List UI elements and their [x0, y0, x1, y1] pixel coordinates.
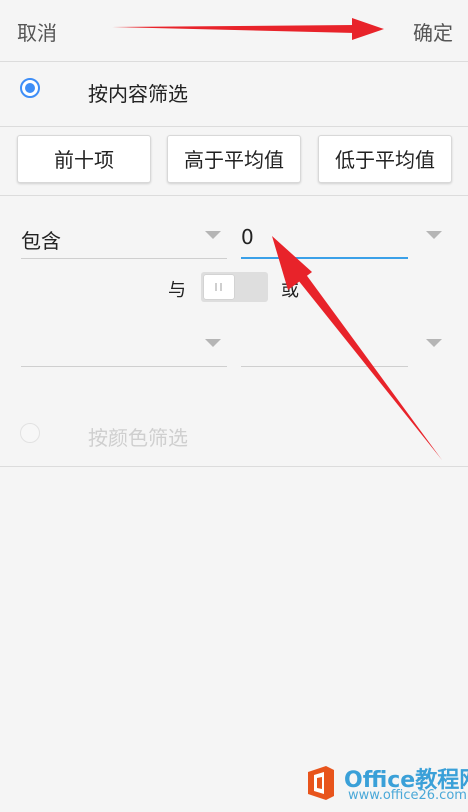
switch-knob[interactable]	[204, 275, 234, 299]
top-bar: 取消 确定	[0, 0, 468, 62]
top-ten-button[interactable]: 前十项	[17, 135, 151, 183]
filter-by-content-label: 按内容筛选	[88, 82, 188, 106]
condition1-value-dropdown-icon[interactable]	[426, 231, 442, 239]
and-or-switch[interactable]	[201, 272, 268, 302]
confirm-button[interactable]: 确定	[413, 17, 453, 46]
filter-by-color-radio[interactable]	[20, 423, 40, 443]
condition2-operator-select[interactable]	[21, 327, 227, 367]
condition2-value-input[interactable]	[241, 327, 408, 367]
watermark: Office教程网 www.office26.com	[304, 762, 468, 806]
or-label: 或	[281, 280, 299, 301]
and-label: 与	[168, 280, 186, 301]
chevron-down-icon	[205, 339, 221, 347]
filter-by-color-label: 按颜色筛选	[88, 426, 188, 450]
divider	[21, 258, 227, 259]
condition1-value-text: 0	[241, 225, 254, 249]
divider	[241, 366, 408, 367]
watermark-url: www.office26.com	[348, 788, 467, 803]
condition1-operator-value: 包含	[21, 229, 61, 253]
filter-by-content-radio[interactable]	[20, 78, 40, 98]
cancel-button[interactable]: 取消	[17, 17, 57, 46]
filter-by-color-option[interactable]: 按颜色筛选	[0, 402, 468, 467]
active-underline	[241, 257, 408, 259]
above-average-button[interactable]: 高于平均值	[167, 135, 301, 183]
office-logo-icon	[308, 766, 334, 800]
filter-by-content-option[interactable]: 按内容筛选	[0, 62, 468, 127]
condition1-value-input[interactable]: 0	[241, 219, 408, 259]
quick-filter-buttons: 前十项 高于平均值 低于平均值	[0, 127, 468, 196]
condition2-value-dropdown-icon[interactable]	[426, 339, 442, 347]
chevron-down-icon	[205, 231, 221, 239]
condition1-operator-select[interactable]: 包含	[21, 219, 227, 259]
below-average-button[interactable]: 低于平均值	[318, 135, 452, 183]
divider	[21, 366, 227, 367]
